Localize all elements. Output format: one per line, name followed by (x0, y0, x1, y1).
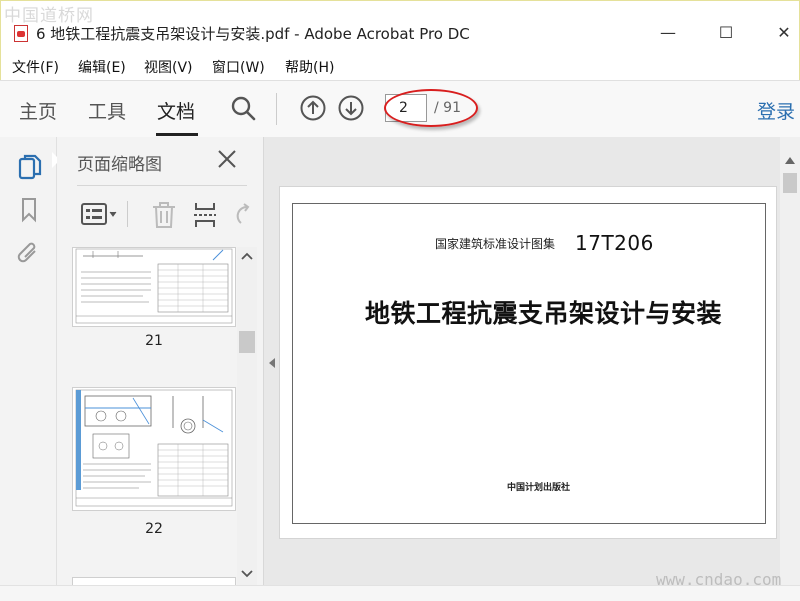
toolbar-separator (276, 93, 277, 125)
document-scroll-thumb[interactable] (783, 173, 797, 193)
search-icon[interactable] (230, 95, 256, 121)
paperclip-icon[interactable] (16, 241, 42, 269)
thumbnail-label-22: 22 (145, 521, 163, 537)
insert-page-icon[interactable] (193, 201, 217, 229)
chevron-left-icon[interactable] (268, 357, 276, 369)
pdf-file-icon (14, 25, 28, 42)
tab-home[interactable]: 主页 (19, 97, 57, 124)
chevron-up-icon[interactable] (784, 155, 796, 165)
chevron-down-icon[interactable] (241, 569, 253, 579)
tab-document[interactable]: 文档 (157, 97, 195, 124)
options-icon[interactable] (81, 203, 119, 225)
left-rail (0, 137, 57, 585)
document-page: 国家建筑标准设计图集 17T206 地铁工程抗震支吊架设计与安装 中国计划出版社 (279, 186, 777, 539)
thumbnail-page-21[interactable] (72, 247, 236, 327)
maximize-button[interactable]: ☐ (706, 20, 746, 46)
menu-window[interactable]: 窗口(W) (212, 57, 265, 77)
bookmark-icon[interactable] (20, 197, 38, 223)
panel-title: 页面缩略图 (77, 155, 162, 175)
login-button[interactable]: 登录 (757, 97, 795, 124)
chevron-up-icon[interactable] (241, 251, 253, 261)
document-series: 国家建筑标准设计图集 (435, 237, 556, 251)
annotation-ellipse (384, 89, 478, 127)
thumbnail-drawing (75, 248, 233, 324)
toolbar: 主页 工具 文档 2 / 91 登录 (0, 80, 800, 138)
title-bar: 6 地铁工程抗震支吊架设计与安装.pdf - Adobe Acrobat Pro… (0, 18, 800, 50)
tools-separator (127, 201, 128, 227)
thumbnail-scroll-thumb[interactable] (239, 331, 255, 353)
thumbnail-drawing (75, 389, 233, 507)
window-title: 6 地铁工程抗震支吊架设计与安装.pdf - Adobe Acrobat Pro… (36, 25, 470, 43)
thumbnail-tools (77, 199, 263, 229)
thumbnail-page-23[interactable] (72, 577, 236, 585)
thumbnail-label-21: 21 (145, 333, 163, 349)
panel-divider (77, 185, 247, 186)
menu-view[interactable]: 视图(V) (144, 57, 193, 77)
thumbnail-scrollbar[interactable] (237, 247, 257, 585)
active-tab-indicator (156, 133, 198, 136)
document-title: 地铁工程抗震支吊架设计与安装 (365, 299, 723, 328)
trash-icon[interactable] (151, 201, 177, 229)
thumbnail-panel: 页面缩略图 21 22 (57, 137, 264, 585)
menu-bar: 文件(F) 编辑(E) 视图(V) 窗口(W) 帮助(H) (0, 54, 800, 78)
menu-file[interactable]: 文件(F) (12, 57, 59, 77)
minimize-button[interactable]: — (648, 20, 688, 46)
arrow-up-circle-icon[interactable] (300, 95, 326, 121)
watermark-bottom: www.cndao.com (656, 570, 782, 589)
tab-tools[interactable]: 工具 (88, 97, 126, 124)
close-window-button[interactable]: ✕ (764, 20, 800, 46)
arrow-down-circle-icon[interactable] (338, 95, 364, 121)
pages-icon[interactable] (18, 153, 42, 181)
menu-help[interactable]: 帮助(H) (285, 57, 334, 77)
thumbnail-page-22[interactable] (72, 387, 236, 511)
close-icon[interactable] (215, 147, 239, 171)
menu-edit[interactable]: 编辑(E) (78, 57, 126, 77)
document-scrollbar[interactable] (780, 137, 800, 585)
thumbnail-list: 21 22 (57, 247, 263, 585)
document-code: 17T206 (575, 231, 654, 255)
rotate-icon[interactable] (233, 203, 253, 227)
cover-border: 国家建筑标准设计图集 17T206 地铁工程抗震支吊架设计与安装 中国计划出版社 (292, 203, 766, 524)
document-publisher: 中国计划出版社 (507, 483, 571, 493)
